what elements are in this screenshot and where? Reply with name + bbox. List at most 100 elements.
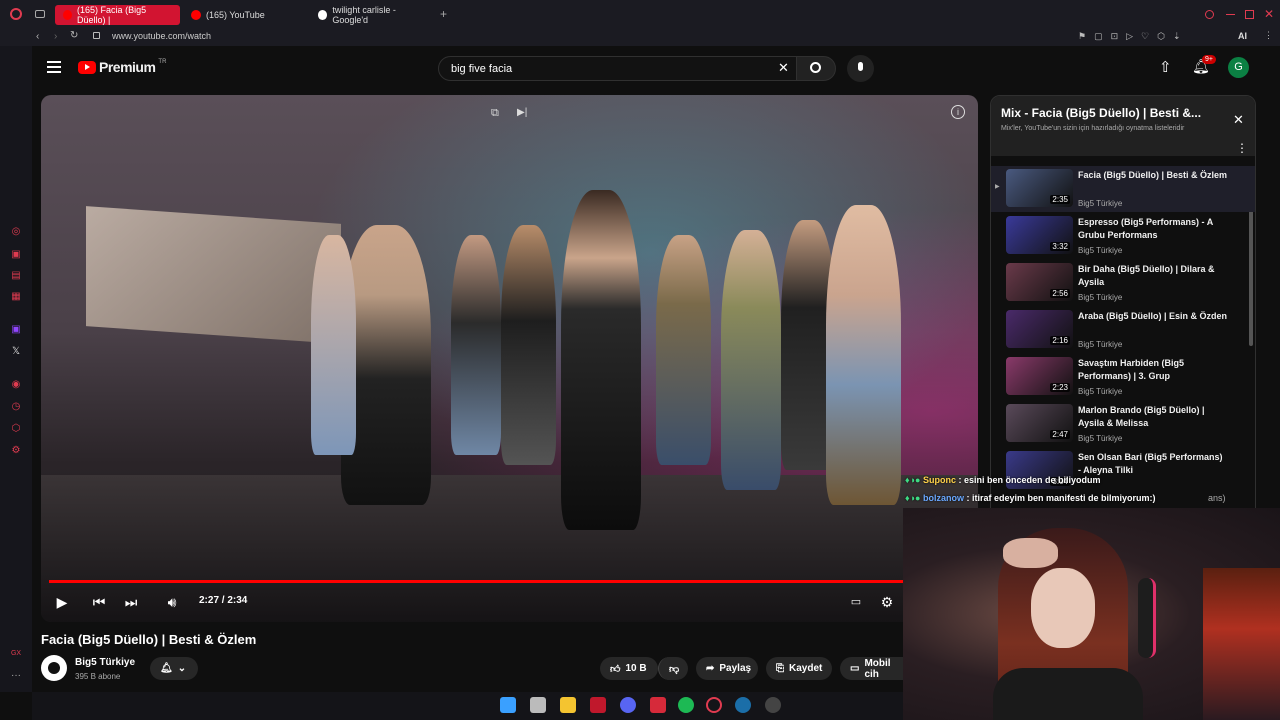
messenger-icon[interactable]: ▤: [10, 270, 22, 282]
mix-list-item[interactable]: 2:16 Araba (Big5 Düello) | Esin & Özden Bi…: [991, 307, 1255, 353]
mix-list-item[interactable]: 2:56 Bir Daha (Big5 Düello) | Dilara & Ay…: [991, 260, 1255, 306]
like-button[interactable]: 👍︎ 10 B: [600, 657, 658, 680]
menu-icon[interactable]: ⋮: [1264, 30, 1273, 41]
video-duration: 3:32: [1050, 242, 1070, 251]
voice-search-button[interactable]: [847, 55, 874, 82]
aria-ai-button[interactable]: AI: [1238, 31, 1247, 41]
clear-search-icon[interactable]: ✕: [778, 60, 789, 76]
discord-icon[interactable]: [620, 697, 636, 713]
mix-item-title[interactable]: Savaştım Harbiden (Big5 Performans) | 3.…: [1078, 357, 1228, 383]
subscribe-bell-button[interactable]: 🔔︎ ⌄: [150, 657, 198, 680]
search-button[interactable]: [796, 56, 836, 81]
tab-facia[interactable]: (165) Facia (Big5 Düello) |: [55, 5, 180, 25]
share-icon: ➦: [706, 663, 715, 674]
tab-label: (165) Facia (Big5 Düello) |: [77, 5, 147, 25]
video-thumbnail[interactable]: 2:56: [1006, 263, 1073, 301]
video-thumbnail[interactable]: 2:16: [1006, 310, 1073, 348]
url-text[interactable]: www.youtube.com/watch: [112, 31, 211, 41]
video-player[interactable]: ⧉ ▶| i ▶ ⏮ ⏭ 🔊︎ 2:27 / 2:34 ▭ ⚙: [41, 95, 978, 622]
minimize-button[interactable]: [1226, 14, 1235, 15]
tab-google[interactable]: twilight carlisle - Google'd: [310, 5, 435, 25]
tab-youtube[interactable]: (165) YouTube: [183, 5, 308, 25]
crypto-wallet-icon[interactable]: ▣: [10, 249, 22, 261]
mix-list-item[interactable]: 3:04 Sen Olsan Bari (Big5 Performans) - A…: [991, 448, 1255, 494]
mix-item-title[interactable]: Araba (Big5 Düello) | Esin & Özden: [1078, 310, 1228, 323]
opera-logo-icon[interactable]: [10, 8, 22, 20]
play-button[interactable]: ▶: [52, 592, 72, 612]
next-button[interactable]: ⏭: [121, 592, 141, 612]
progress-bar[interactable]: [49, 580, 970, 583]
reload-icon[interactable]: ↻: [70, 30, 78, 41]
save-button[interactable]: ⎘ Kaydet: [766, 657, 832, 680]
new-tab-button[interactable]: +: [440, 8, 447, 20]
mix-item-title[interactable]: Espresso (Big5 Performans) - A Grubu Per…: [1078, 216, 1228, 242]
search-tabs-icon[interactable]: [1205, 10, 1214, 19]
volume-icon[interactable]: 🔊︎: [162, 592, 182, 612]
gx-icon[interactable]: GX: [10, 648, 22, 660]
subtitles-icon[interactable]: ▭: [846, 592, 866, 612]
back-icon[interactable]: ‹: [36, 31, 39, 42]
windows-start-icon[interactable]: [500, 697, 516, 713]
more-options-icon[interactable]: ⋮: [1236, 141, 1248, 155]
steam-icon[interactable]: [735, 697, 751, 713]
video-thumbnail[interactable]: 2:23: [1006, 357, 1073, 395]
microphone: [1138, 578, 1156, 658]
mail-icon[interactable]: ▦: [10, 291, 22, 303]
forward-icon[interactable]: ›: [54, 31, 57, 42]
tab-label: twilight carlisle - Google'd: [332, 5, 396, 25]
file-explorer-icon[interactable]: [560, 697, 576, 713]
mix-partial-text: ans): [1208, 493, 1226, 503]
video-thumbnail[interactable]: 3:32: [1006, 216, 1073, 254]
history-icon[interactable]: ◷: [10, 401, 22, 413]
more-icon[interactable]: ···: [10, 670, 22, 682]
youtube-favicon-icon: [63, 10, 73, 20]
notifications-button[interactable]: 🔔︎ 9+: [1192, 55, 1216, 76]
mix-list-item[interactable]: 3:32 Espresso (Big5 Performans) - A Grubu…: [991, 213, 1255, 259]
obs-icon[interactable]: [765, 697, 781, 713]
time-display: 2:27 / 2:34: [199, 595, 248, 606]
opera-gx-icon[interactable]: [706, 697, 722, 713]
close-icon[interactable]: ✕: [1233, 112, 1244, 128]
player-icon[interactable]: ◉: [10, 379, 22, 391]
video-thumbnail[interactable]: 2:47: [1006, 404, 1073, 442]
x-icon[interactable]: 𝕏: [10, 346, 22, 358]
search-input[interactable]: big five facia: [438, 56, 798, 81]
mix-item-title[interactable]: Marlon Brando (Big5 Düello) | Aysila & M…: [1078, 404, 1228, 430]
tab-overview-icon[interactable]: [35, 10, 45, 18]
account-avatar[interactable]: G: [1228, 57, 1249, 78]
mix-list-item[interactable]: 2:23 Savaştım Harbiden (Big5 Performans) …: [991, 354, 1255, 400]
app-icon[interactable]: [590, 697, 606, 713]
close-window-button[interactable]: ✕: [1264, 7, 1274, 21]
autoplay-icon[interactable]: ▶|: [517, 107, 527, 118]
extensions-icon[interactable]: ⬡: [10, 423, 22, 435]
channel-avatar[interactable]: [41, 655, 67, 681]
mix-item-title[interactable]: Facia (Big5 Düello) | Besti & Özlem: [1078, 169, 1228, 182]
extension-icons[interactable]: ⚑▢⊡▷♡⬡⇣: [1078, 31, 1189, 42]
app-icon[interactable]: [650, 697, 666, 713]
settings-gear-icon[interactable]: ⚙: [877, 592, 897, 612]
spotify-icon[interactable]: [678, 697, 694, 713]
maximize-button[interactable]: [1245, 10, 1254, 19]
mix-title[interactable]: Mix - Facia (Big5 Düello) | Besti &...: [1001, 106, 1201, 120]
twitch-icon[interactable]: ▣: [10, 324, 22, 336]
mix-list-item[interactable]: 2:35 Facia (Big5 Düello) | Besti & Özlem B…: [991, 166, 1255, 212]
miniplayer-icon[interactable]: ⧉: [491, 107, 499, 120]
previous-button[interactable]: ⏮: [89, 592, 109, 612]
channel-name[interactable]: Big5 Türkiye: [75, 657, 135, 668]
logo-text: Premium: [99, 59, 156, 75]
video-thumbnail[interactable]: 2:35: [1006, 169, 1073, 207]
mix-list-item[interactable]: 2:47 Marlon Brando (Big5 Düello) | Aysila…: [991, 401, 1255, 447]
mix-item-title[interactable]: Sen Olsan Bari (Big5 Performans) - Aleyn…: [1078, 451, 1228, 477]
dislike-button[interactable]: 👎︎: [658, 657, 688, 680]
settings-icon[interactable]: ⚙: [10, 445, 22, 457]
task-view-icon[interactable]: [530, 697, 546, 713]
youtube-logo[interactable]: Premium TR: [78, 59, 166, 75]
hamburger-menu-icon[interactable]: [47, 61, 61, 73]
chevron-down-icon: ⌄: [177, 663, 187, 674]
upload-icon[interactable]: ⇧: [1159, 58, 1172, 76]
mobile-button[interactable]: ▭ Mobil cih: [840, 657, 903, 680]
info-icon[interactable]: i: [951, 105, 965, 119]
mix-item-title[interactable]: Bir Daha (Big5 Düello) | Dilara & Aysila: [1078, 263, 1228, 289]
aria-icon[interactable]: ◎: [10, 226, 22, 238]
share-button[interactable]: ➦ Paylaş: [696, 657, 758, 680]
